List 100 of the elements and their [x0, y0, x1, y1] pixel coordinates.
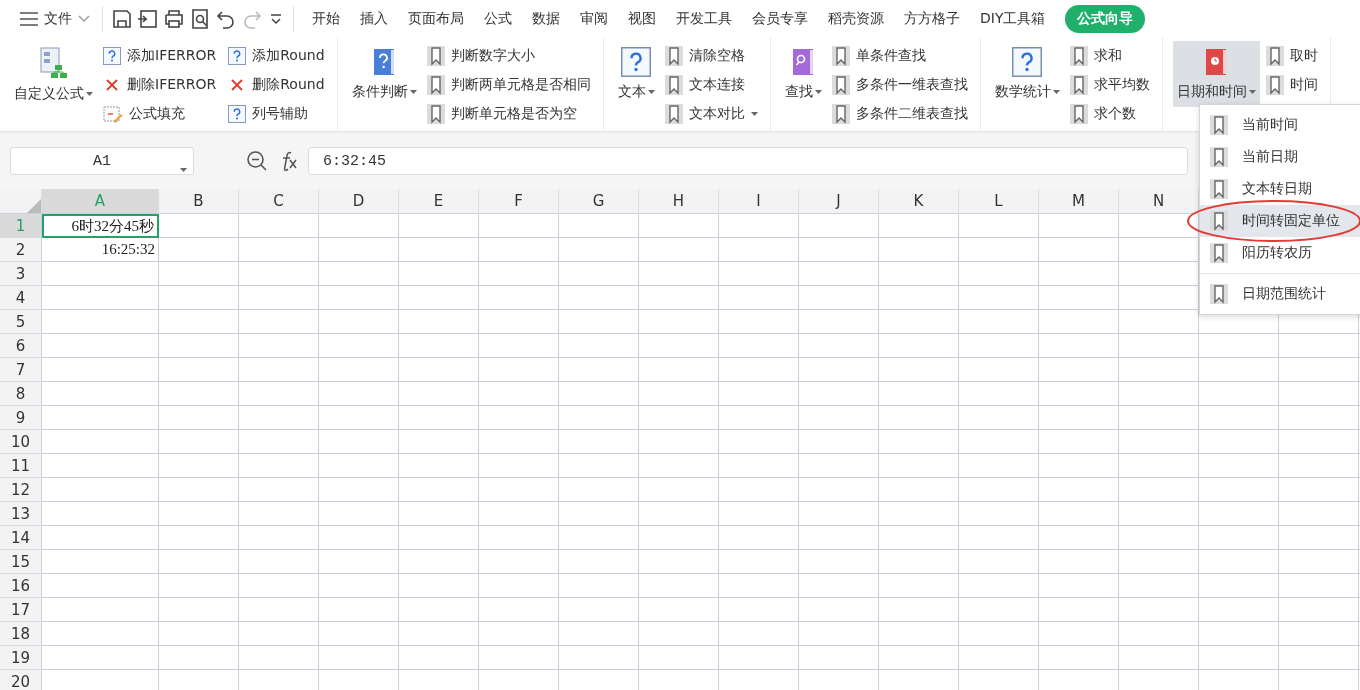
column-header[interactable]: E [399, 189, 479, 214]
row-header[interactable]: 3 [0, 262, 42, 286]
ribbon-item[interactable]: 多条件二维表查找 [829, 99, 970, 128]
row-header[interactable]: 13 [0, 502, 42, 526]
ribbon-tab[interactable]: 公式 [484, 5, 512, 32]
ribbon-item[interactable]: 判断数字大小 [424, 41, 593, 70]
ribbon-item[interactable]: 多条件一维表查找 [829, 70, 970, 99]
bookmark-icon [1210, 211, 1228, 231]
ribbon-tab[interactable]: 稻壳资源 [828, 5, 884, 32]
column-header[interactable]: J [799, 189, 879, 214]
formula-fill-icon [103, 103, 123, 124]
ribbon-tab[interactable]: DIY工具箱 [980, 5, 1046, 32]
column-header[interactable]: G [559, 189, 639, 214]
ribbon-tab[interactable]: 页面布局 [408, 5, 464, 32]
column-header[interactable]: C [239, 189, 319, 214]
menu-item[interactable]: 时间转固定单位 [1200, 205, 1360, 237]
row-header[interactable]: 7 [0, 358, 42, 382]
bookmark-icon [664, 103, 683, 124]
ribbon-big-button[interactable]: 数学统计 [990, 41, 1064, 107]
bookmark-icon [1069, 45, 1088, 66]
column-header[interactable]: D [319, 189, 399, 214]
row-header[interactable]: 4 [0, 286, 42, 310]
column-header[interactable]: B [159, 189, 239, 214]
ribbon-item[interactable]: 求个数 [1067, 99, 1152, 128]
row-header[interactable]: 12 [0, 478, 42, 502]
row-header[interactable]: 18 [0, 622, 42, 646]
row-header[interactable]: 16 [0, 574, 42, 598]
ribbon-big-button[interactable]: 文本 [613, 41, 659, 107]
file-menu[interactable]: 文件 [16, 5, 94, 32]
ribbon-tab[interactable]: 视图 [628, 5, 656, 32]
menu-item[interactable]: 当前时间 [1200, 109, 1360, 141]
export-icon[interactable] [137, 7, 159, 30]
ribbon-item[interactable]: 求平均数 [1067, 70, 1152, 99]
chevron-icon [78, 14, 90, 23]
save-icon[interactable] [111, 7, 133, 30]
column-header[interactable]: M [1039, 189, 1119, 214]
ribbon-item[interactable]: 单条件查找 [829, 41, 970, 70]
ribbon-tab[interactable]: 方方格子 [904, 5, 960, 32]
ribbon-tab[interactable]: 插入 [360, 5, 388, 32]
row-header[interactable]: 17 [0, 598, 42, 622]
ribbon-big-button[interactable]: 查找 [780, 41, 826, 107]
ribbon-item[interactable]: 求和 [1067, 41, 1152, 70]
column-header[interactable]: I [719, 189, 799, 214]
help-icon [228, 104, 247, 123]
ribbon-tab[interactable]: 会员专享 [752, 5, 808, 32]
menu-item[interactable]: 文本转日期 [1200, 173, 1360, 205]
ribbon-big-button[interactable]: 日期和时间 [1172, 41, 1260, 107]
row-header[interactable]: 20 [0, 670, 42, 690]
help-icon [1012, 47, 1043, 77]
ribbon-item[interactable]: 列号辅助 [226, 99, 327, 128]
bookmark-icon [426, 103, 445, 124]
ribbon-tab[interactable]: 审阅 [580, 5, 608, 32]
ribbon-item[interactable]: 时间 [1263, 70, 1320, 99]
ribbon-item[interactable]: 清除空格 [662, 41, 760, 70]
ribbon-item[interactable]: 添加IFERROR [101, 41, 219, 70]
caret-icon [647, 90, 655, 94]
column-header[interactable]: K [879, 189, 959, 214]
bookmark-icon [1265, 45, 1284, 66]
row-header[interactable]: 14 [0, 526, 42, 550]
column-header[interactable]: N [1119, 189, 1199, 214]
row-header[interactable]: 9 [0, 406, 42, 430]
menu-item[interactable]: 当前日期 [1200, 141, 1360, 173]
name-box[interactable]: A1 [10, 147, 194, 175]
column-header[interactable]: F [479, 189, 559, 214]
bookmark-icon [1210, 147, 1228, 167]
caret-icon [409, 90, 417, 94]
table-cell: 6时32分45秒 [42, 214, 159, 238]
ribbon-item[interactable]: 判断两单元格是否相同 [424, 70, 593, 99]
ribbon-item[interactable]: 删除IFERROR [101, 70, 219, 99]
row-header[interactable]: 10 [0, 430, 42, 454]
ribbon-item[interactable]: 判断单元格是否为空 [424, 99, 593, 128]
ribbon-tab[interactable]: 开发工具 [676, 5, 732, 32]
ribbon-tab[interactable]: 数据 [532, 5, 560, 32]
print-icon[interactable] [163, 7, 185, 30]
row-header[interactable]: 6 [0, 334, 42, 358]
row-header[interactable]: 8 [0, 382, 42, 406]
ribbon-big-button[interactable]: 条件判断 [347, 41, 421, 107]
menu-item[interactable]: 阳历转农历 [1200, 237, 1360, 269]
ribbon-item[interactable]: 添加Round [226, 41, 327, 70]
row-header[interactable]: 19 [0, 646, 42, 670]
zoom-icon[interactable] [246, 150, 268, 172]
print-preview-icon[interactable] [189, 7, 211, 30]
row-header[interactable]: 11 [0, 454, 42, 478]
column-header[interactable]: L [959, 189, 1039, 214]
row-header[interactable]: 5 [0, 310, 42, 334]
bookmark-icon [664, 45, 683, 66]
column-header[interactable]: H [639, 189, 719, 214]
ribbon-item[interactable]: 公式填充 [101, 99, 219, 128]
bookmark-icon [664, 74, 683, 95]
ribbon-item[interactable]: 取时 [1263, 41, 1320, 70]
row-header[interactable]: 2 [0, 238, 42, 262]
formula-field[interactable]: 6:32:45 [308, 147, 1188, 175]
caret-icon [1248, 90, 1256, 94]
row-header[interactable]: 15 [0, 550, 42, 574]
ribbon-item[interactable]: 文本连接 [662, 70, 760, 99]
ribbon-tab[interactable]: 开始 [312, 5, 340, 32]
ribbon-item[interactable]: 删除Round [226, 70, 327, 99]
ribbon-big-button[interactable]: 自定义公式 [10, 41, 97, 107]
menu-item[interactable]: 日期范围统计 [1200, 278, 1360, 310]
ribbon-item[interactable]: 文本对比 [662, 99, 760, 128]
